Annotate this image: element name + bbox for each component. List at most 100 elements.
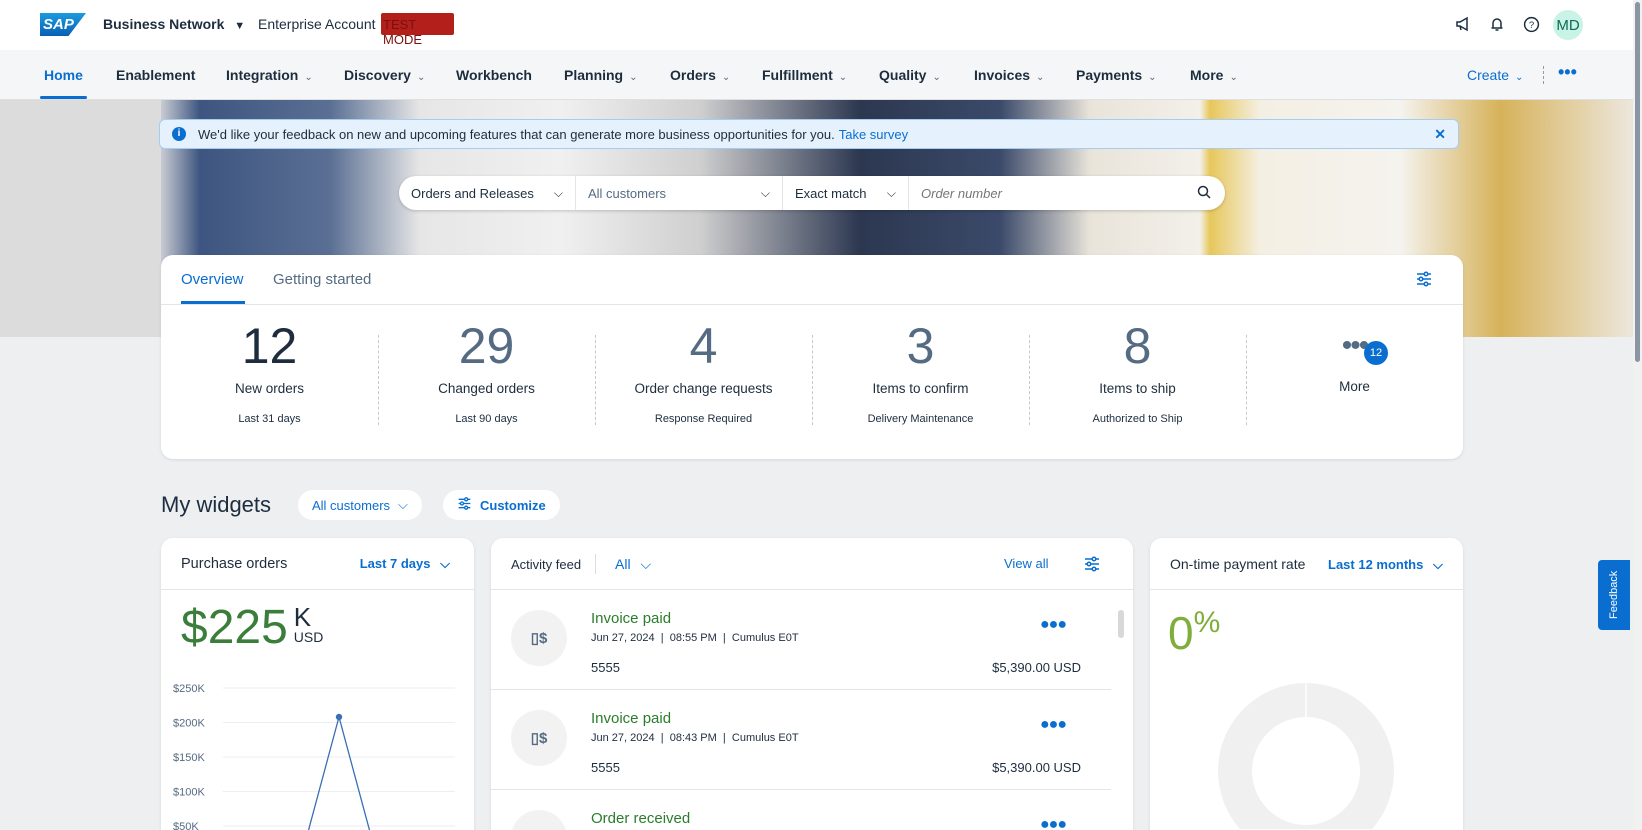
y-tick-label: $50K (173, 821, 199, 830)
chevron-down-icon: ⌄ (629, 72, 638, 83)
overview-card: Overview Getting started 12 New orders Las… (161, 255, 1463, 459)
megaphone-icon[interactable] (1453, 14, 1473, 34)
y-tick-label: $150K (173, 752, 205, 764)
chevron-down-icon: ⌄ (1229, 72, 1238, 83)
svg-text:?: ? (1528, 20, 1533, 31)
chevron-down-icon: ⌄ (416, 72, 426, 83)
nav-home[interactable]: Home (44, 67, 83, 83)
nav-payments[interactable]: Payments ⌄ (1076, 67, 1157, 83)
chevron-down-icon: ⌵ (886, 185, 896, 200)
list-item[interactable]: ▯$ Invoice paid Jun 27, 2024 | 08:55 PM … (491, 590, 1111, 690)
chevron-down-icon: ⌵ (398, 497, 408, 512)
chevron-down-icon: ⌵ (640, 556, 652, 572)
product-switcher[interactable]: Business Network ▼ (103, 16, 245, 32)
nav-fulfillment[interactable]: Fulfillment ⌄ (762, 67, 847, 83)
info-icon: i (172, 127, 186, 141)
value-currency: USD (293, 629, 324, 645)
customize-button[interactable]: Customize (443, 490, 560, 520)
kpi-order-change-requests[interactable]: 4 Order change requests Response Required (595, 317, 812, 425)
overflow-menu-icon[interactable]: ••• (1558, 62, 1577, 83)
scrollbar[interactable] (1118, 610, 1124, 638)
main-nav: Home Enablement Integration ⌄ Discovery ⌄ … (0, 50, 1633, 100)
nav-invoices[interactable]: Invoices ⌄ (974, 67, 1044, 83)
chevron-down-icon: ⌄ (304, 72, 313, 83)
more-options-icon[interactable]: ●●● (1040, 816, 1067, 830)
purchase-orders-chart: $250K $200K $150K $100K $50K (173, 683, 455, 830)
chevron-down-icon: ⌄ (838, 72, 848, 83)
order-icon: ▯ (511, 810, 567, 830)
payment-rate-donut (1218, 683, 1394, 829)
nav-planning[interactable]: Planning ⌄ (564, 67, 638, 83)
nav-orders[interactable]: Orders ⌄ (670, 67, 730, 83)
more-options-icon[interactable]: ●●● (1040, 616, 1067, 634)
period-select[interactable]: Last 12 months ⌵ (1328, 557, 1443, 573)
survey-banner: i We'd like your feedback on new and upc… (159, 119, 1459, 149)
card-title: On-time payment rate (1170, 556, 1306, 572)
help-icon[interactable]: ? (1521, 14, 1541, 34)
bell-icon[interactable] (1487, 14, 1507, 34)
nav-discovery[interactable]: Discovery ⌄ (344, 67, 425, 83)
nav-quality[interactable]: Quality ⌄ (879, 67, 941, 83)
divider (595, 554, 596, 574)
settings-sliders-icon[interactable] (1415, 270, 1433, 293)
nav-enablement[interactable]: Enablement (116, 67, 195, 83)
top-bar: SAP Business Network ▼ Enterprise Accoun… (0, 0, 1633, 50)
more-count-badge: 12 (1364, 341, 1388, 365)
y-tick-label: $200K (173, 718, 205, 730)
search-icon[interactable] (1197, 185, 1211, 202)
payment-rate-card: On-time payment rate Last 12 months ⌵ 0% (1150, 538, 1463, 830)
activity-feed-card: Activity feed All ⌵ View all ▯$ Invoice … (491, 538, 1133, 830)
payment-rate-value: 0 (1168, 607, 1194, 659)
invoice-icon: ▯$ (511, 710, 567, 766)
series-line (307, 714, 371, 830)
page-scrollbar[interactable] (1633, 0, 1642, 830)
more-options-icon[interactable]: ●●● (1040, 716, 1067, 734)
view-all-link[interactable]: View all (1004, 556, 1049, 571)
settings-sliders-icon (457, 496, 472, 514)
data-point (335, 713, 343, 721)
kpi-new-orders[interactable]: 12 New orders Last 31 days (161, 317, 378, 425)
take-survey-link[interactable]: Take survey (839, 127, 908, 142)
nav-integration[interactable]: Integration ⌄ (226, 67, 313, 83)
chevron-down-icon: ⌵ (760, 185, 770, 200)
kpi-more[interactable]: ••• More (1246, 317, 1463, 394)
value-unit: % (1193, 606, 1221, 639)
account-type: Enterprise Account (258, 16, 376, 32)
activity-filter-select[interactable]: All ⌵ (615, 556, 651, 573)
list-item[interactable]: ▯$ Invoice paid Jun 27, 2024 | 08:43 PM … (491, 690, 1111, 790)
list-item[interactable]: ▯ Order received ●●● (491, 790, 1111, 830)
feedback-tab[interactable]: Feedback (1598, 560, 1630, 630)
kpi-items-to-confirm[interactable]: 3 Items to confirm Delivery Maintenance (812, 317, 1029, 425)
tab-getting-started[interactable]: Getting started (273, 271, 371, 288)
customer-select[interactable]: All customers ⌵ (576, 176, 783, 210)
chevron-down-icon: ⌵ (1432, 557, 1443, 572)
chevron-down-icon: ⌄ (932, 72, 941, 83)
nav-more[interactable]: More ⌄ (1190, 67, 1238, 83)
order-number-input[interactable] (909, 185, 1197, 201)
card-title: Purchase orders (181, 556, 288, 572)
kpi-changed-orders[interactable]: 29 Changed orders Last 90 days (378, 317, 595, 425)
avatar[interactable]: MD (1553, 10, 1583, 40)
match-select[interactable]: Exact match ⌵ (783, 176, 909, 210)
document-type-select[interactable]: Orders and Releases ⌵ (399, 176, 576, 210)
widgets-customer-filter[interactable]: All customers ⌵ (298, 490, 422, 520)
settings-sliders-icon[interactable] (1083, 555, 1101, 578)
kpi-items-to-ship[interactable]: 8 Items to ship Authorized to Ship (1029, 317, 1246, 425)
invoice-icon: ▯$ (511, 610, 567, 666)
my-widgets-title: My widgets (161, 492, 272, 517)
value-unit: K (293, 602, 312, 632)
period-select[interactable]: Last 7 days ⌵ (360, 556, 450, 572)
sap-logo[interactable]: SAP (40, 13, 86, 36)
purchase-orders-card: Purchase orders Last 7 days ⌵ $225 K USD … (161, 538, 474, 830)
divider (161, 304, 1463, 305)
nav-workbench[interactable]: Workbench (456, 67, 532, 83)
y-tick-label: $100K (173, 787, 205, 799)
chevron-down-icon: ⌄ (1515, 72, 1524, 83)
tab-overview[interactable]: Overview (181, 271, 244, 288)
card-title: Activity feed (511, 557, 582, 572)
scrollbar-thumb[interactable] (1635, 2, 1640, 362)
create-button[interactable]: Create ⌄ (1467, 67, 1523, 83)
close-icon[interactable]: ✕ (1434, 126, 1446, 143)
active-tab-indicator (40, 96, 87, 99)
po-total-value: $225 (181, 601, 288, 654)
